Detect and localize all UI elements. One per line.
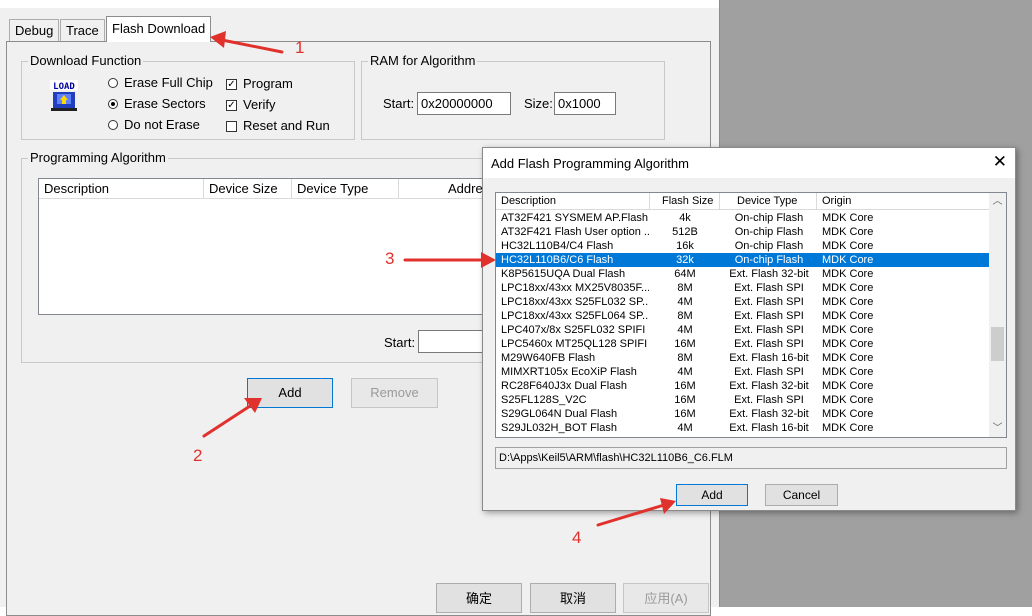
arrow-1 bbox=[220, 38, 284, 54]
annotation-arrows bbox=[202, 31, 676, 527]
arrow-4 bbox=[596, 503, 666, 527]
arrow-3-head bbox=[481, 252, 496, 268]
arrow-1-head bbox=[210, 31, 226, 48]
annotation-label-4: 4 bbox=[572, 528, 582, 547]
arrow-2-head bbox=[244, 398, 262, 413]
annotation-label-1: 1 bbox=[295, 38, 305, 57]
arrow-4-head bbox=[660, 498, 676, 514]
annotation-label-3: 3 bbox=[385, 249, 395, 268]
annotation-label-2: 2 bbox=[193, 446, 203, 465]
arrow-2 bbox=[202, 404, 252, 438]
